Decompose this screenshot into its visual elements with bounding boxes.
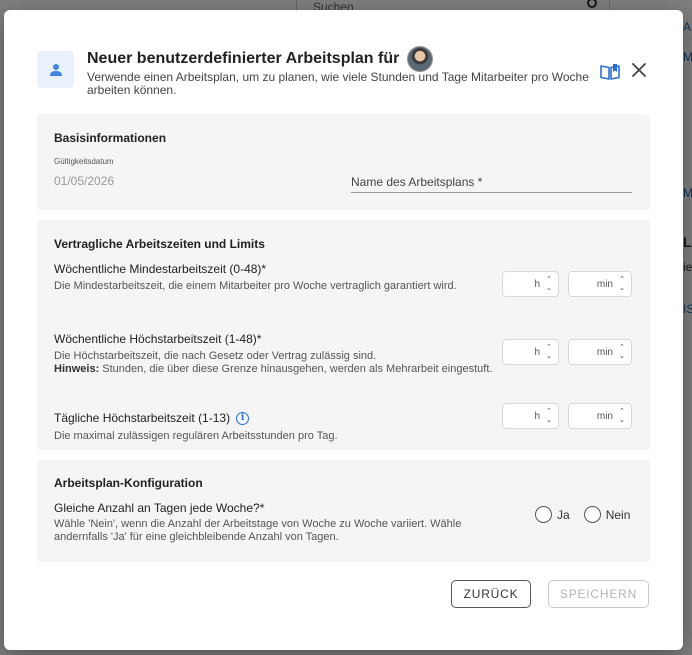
max-weekly-hours-stepper[interactable]: h ⌃ ⌄ (502, 339, 559, 365)
min-weekly-desc: Die Mindestarbeitszeit, die einem Mitarb… (54, 280, 457, 292)
max-daily-desc: Die maximal zulässigen regulären Arbeits… (54, 430, 338, 442)
limits-section-title: Vertragliche Arbeitszeiten und Limits (54, 237, 265, 251)
min-weekly-hours-stepper[interactable]: h ⌃ ⌄ (502, 271, 559, 297)
radio-circle[interactable] (583, 506, 601, 523)
hours-unit: h (534, 410, 540, 422)
dialog-title-text: Neuer benutzerdefinierter Arbeitsplan fü… (87, 50, 400, 67)
basis-section: Basisinformationen Gültigkeitsdatum 01/0… (37, 114, 650, 210)
limits-section: Vertragliche Arbeitszeiten und Limits Wö… (37, 220, 650, 450)
radio-yes-label: Ja (557, 507, 570, 522)
same-days-question: Gleiche Anzahl an Tagen jede Woche?* (54, 501, 264, 515)
info-icon[interactable]: i (236, 411, 250, 425)
max-weekly-desc: Die Höchstarbeitszeit, die nach Gesetz o… (54, 350, 504, 376)
work-schedule-dialog: Neuer benutzerdefinierter Arbeitsplan fü… (4, 10, 683, 650)
config-section: Arbeitsplan-Konfiguration Gleiche Anzahl… (37, 460, 650, 562)
config-section-title: Arbeitsplan-Konfiguration (54, 476, 203, 490)
minutes-unit: min (596, 278, 613, 290)
radio-no[interactable]: Nein (583, 506, 631, 523)
same-days-desc: Wähle 'Nein', wenn die Anzahl der Arbeit… (54, 518, 462, 543)
hint-label: Hinweis: (54, 363, 100, 375)
max-weekly-minutes-stepper[interactable]: min ⌃ ⌄ (568, 339, 632, 365)
save-button[interactable]: SPEICHERN (548, 580, 649, 608)
max-daily-hours-stepper[interactable]: h ⌃ ⌄ (502, 403, 559, 429)
stepper-arrows-icon[interactable]: ⌃ ⌄ (545, 276, 553, 292)
max-daily-title-text: Tägliche Höchstarbeitszeit (1-13) (54, 411, 231, 425)
basis-section-title: Basisinformationen (54, 131, 167, 145)
max-weekly-hint: Hinweis: Stunden, die über diese Grenze … (54, 363, 504, 376)
max-weekly-title: Wöchentliche Höchstarbeitszeit (1-48)* (54, 332, 261, 346)
stepper-arrows-icon[interactable]: ⌃ ⌄ (618, 408, 626, 424)
radio-no-label: Nein (605, 507, 631, 522)
dialog-subtitle: Verwende einen Arbeitsplan, um zu planen… (87, 70, 589, 97)
stepper-arrows-icon[interactable]: ⌃ ⌄ (545, 344, 553, 360)
hours-unit: h (534, 278, 540, 290)
stepper-arrows-icon[interactable]: ⌃ ⌄ (618, 344, 626, 360)
back-button[interactable]: ZURÜCK (451, 580, 531, 608)
avatar (407, 46, 434, 72)
radio-circle[interactable] (535, 506, 552, 523)
same-days-radio-group: Ja Nein (535, 506, 630, 523)
effective-date-label: Gültigkeitsdatum (54, 157, 114, 166)
minutes-unit: min (596, 346, 613, 358)
min-weekly-minutes-stepper[interactable]: min ⌃ ⌄ (568, 271, 632, 297)
hours-unit: h (534, 346, 540, 358)
same-days-question-text: Gleiche Anzahl an Tagen jede Woche?* (54, 501, 265, 515)
effective-date-value: 01/05/2026 (54, 174, 115, 188)
radio-yes[interactable]: Ja (535, 506, 570, 523)
dialog-title: Neuer benutzerdefinierter Arbeitsplan fü… (87, 46, 434, 72)
book-icon[interactable] (599, 63, 621, 81)
max-daily-minutes-stepper[interactable]: min ⌃ ⌄ (568, 403, 632, 429)
max-weekly-desc-text: Die Höchstarbeitszeit, die nach Gesetz o… (54, 350, 377, 362)
minutes-unit: min (596, 410, 613, 422)
user-icon (49, 63, 62, 76)
max-weekly-title-text: Wöchentliche Höchstarbeitszeit (1-48)* (54, 332, 262, 346)
header-icon-box (37, 51, 74, 88)
stepper-arrows-icon[interactable]: ⌃ ⌄ (545, 408, 553, 424)
schedule-name-input[interactable] (351, 166, 632, 193)
stepper-arrows-icon[interactable]: ⌃ ⌄ (618, 276, 626, 292)
min-weekly-title: Wöchentliche Mindestarbeitszeit (0-48)* (54, 262, 266, 276)
close-icon[interactable] (629, 60, 649, 80)
min-weekly-title-text: Wöchentliche Mindestarbeitszeit (0-48)* (54, 262, 267, 276)
max-daily-title: Tägliche Höchstarbeitszeit (1-13) i (54, 411, 250, 425)
hint-text: Stunden, die über diese Grenze hinausgeh… (99, 363, 493, 375)
